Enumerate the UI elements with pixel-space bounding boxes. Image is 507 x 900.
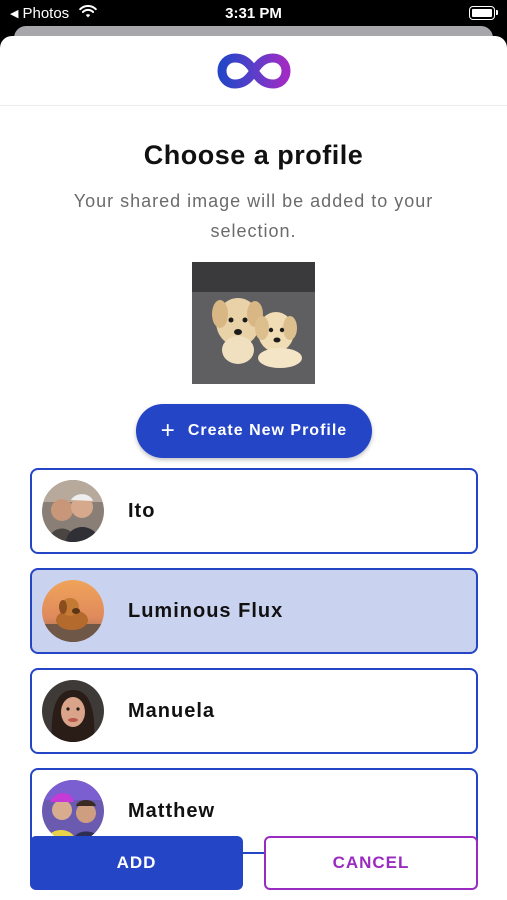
infinity-logo-icon <box>216 50 292 92</box>
profile-item-luminous-flux[interactable]: Luminous Flux <box>30 568 478 654</box>
avatar <box>42 480 104 542</box>
avatar <box>42 680 104 742</box>
action-bar: ADD CANCEL <box>0 826 507 900</box>
avatar <box>42 580 104 642</box>
sheet-header <box>0 36 507 106</box>
page-subtitle: Your shared image will be added to your … <box>73 191 434 241</box>
create-new-profile-label: Create New Profile <box>187 422 348 439</box>
profile-picker-sheet: Choose a profile Your shared image will … <box>0 36 507 900</box>
profile-name: Luminous Flux <box>128 599 284 622</box>
profile-name: Ito <box>128 499 156 522</box>
status-time: 3:31 PM <box>225 5 282 22</box>
profile-name: Manuela <box>128 699 216 722</box>
profile-item-ito[interactable]: Ito <box>30 468 478 554</box>
profile-item-manuela[interactable]: Manuela <box>30 668 478 754</box>
create-new-profile-button[interactable]: + Create New Profile <box>136 404 372 458</box>
plus-icon: + <box>160 417 176 444</box>
shared-image-thumbnail <box>192 262 315 384</box>
add-button[interactable]: ADD <box>30 836 243 890</box>
status-bar: ◀ Photos 3:31 PM <box>0 0 507 28</box>
page-title: Choose a profile <box>143 140 364 170</box>
cancel-button[interactable]: CANCEL <box>264 836 478 890</box>
profile-name: Matthew <box>128 799 215 822</box>
battery-icon <box>469 6 498 20</box>
